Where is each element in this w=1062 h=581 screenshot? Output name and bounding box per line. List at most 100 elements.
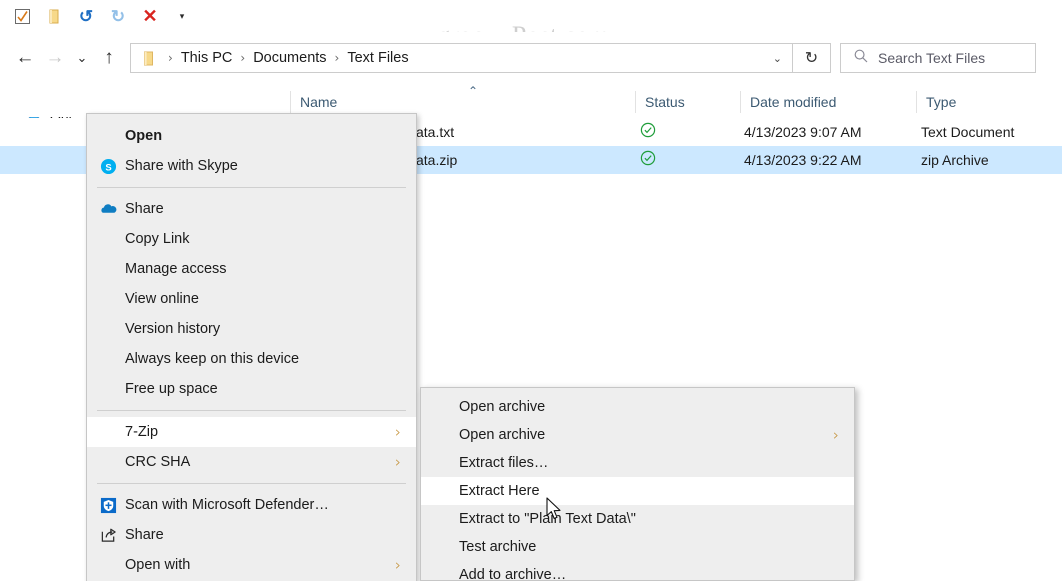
menu-item[interactable]: Share — [87, 194, 416, 224]
cloud-available-check-icon — [640, 150, 656, 171]
menu-item-label: Test archive — [459, 539, 537, 555]
menu-separator — [97, 187, 406, 188]
menu-item[interactable]: Share — [87, 520, 416, 550]
column-header-status[interactable]: Status — [635, 87, 740, 117]
context-menu: Open S Share with Skype Share Copy Link Manag… — [86, 113, 417, 581]
menu-item[interactable]: Test archive — [421, 533, 854, 561]
column-divider[interactable] — [916, 91, 917, 113]
breadcrumb-item-this-pc[interactable]: This PC — [178, 50, 236, 66]
file-type: Text Document — [921, 124, 1015, 140]
column-header-label: Name — [300, 94, 338, 110]
menu-item-label: Open archive — [459, 427, 546, 443]
chevron-right-icon: › — [395, 556, 401, 574]
onedrive-cloud-icon — [97, 198, 119, 220]
menu-item-label: Open — [125, 128, 163, 144]
delete-icon[interactable]: ✕ — [136, 3, 164, 29]
menu-item[interactable]: Extract to "Plain Text Data\" — [421, 505, 854, 533]
file-date-modified: 4/13/2023 9:22 AM — [744, 152, 862, 168]
breadcrumb[interactable]: › This PC › Documents › Text Files ⌄ — [130, 43, 793, 73]
column-divider[interactable] — [740, 91, 741, 113]
chevron-down-icon[interactable]: ⌄ — [773, 52, 782, 65]
forward-button[interactable]: → — [40, 41, 70, 75]
chevron-right-icon: › — [395, 423, 401, 441]
menu-item-label: View online — [125, 291, 199, 307]
quick-access-toolbar: ↺ ↻ ✕ ▾ — [0, 0, 1062, 32]
customize-chevron-icon[interactable]: ▾ — [168, 3, 196, 29]
menu-item-label: Share — [125, 527, 164, 543]
chevron-right-icon: › — [833, 426, 839, 444]
menu-item[interactable]: Open with › — [87, 550, 416, 580]
column-divider[interactable] — [635, 91, 636, 113]
menu-item-label: Extract files… — [459, 455, 549, 471]
menu-item-label: Manage access — [125, 261, 227, 277]
redo-icon[interactable]: ↻ — [104, 3, 132, 29]
sort-ascending-icon: ⌃ — [468, 84, 479, 98]
column-divider[interactable] — [290, 91, 291, 113]
properties-icon[interactable] — [8, 3, 36, 29]
menu-separator — [97, 410, 406, 411]
menu-item-label: Free up space — [125, 381, 218, 397]
menu-separator — [97, 483, 406, 484]
menu-item[interactable]: Always keep on this device — [87, 344, 416, 374]
refresh-icon: ↻ — [804, 50, 819, 67]
menu-item[interactable]: 7-Zip › — [87, 417, 416, 447]
seven-zip-submenu: Open archive Open archive › Extract files… E… — [420, 387, 855, 581]
menu-item[interactable]: Scan with Microsoft Defender… — [87, 490, 416, 520]
menu-item[interactable]: CRC SHA › — [87, 447, 416, 477]
breadcrumb-separator: › — [334, 51, 340, 65]
menu-item-label: Open archive — [459, 399, 546, 415]
up-button[interactable]: ↑ — [94, 41, 124, 75]
menu-item[interactable]: S Share with Skype — [87, 151, 416, 181]
menu-item[interactable]: Add to archive… — [421, 561, 854, 581]
menu-item[interactable]: Extract files… — [421, 449, 854, 477]
skype-icon: S — [97, 155, 119, 177]
file-type: zip Archive — [921, 152, 989, 168]
menu-item-label: Scan with Microsoft Defender… — [125, 497, 329, 513]
refresh-button[interactable]: ↻ — [793, 43, 831, 73]
menu-item-label: Extract Here — [459, 483, 540, 499]
column-header-date[interactable]: Date modified — [740, 87, 915, 117]
menu-item[interactable]: View online — [87, 284, 416, 314]
menu-item[interactable]: Copy Link — [87, 224, 416, 254]
menu-item-label: Extract to "Plain Text Data\" — [459, 511, 636, 527]
menu-item[interactable]: Version history — [87, 314, 416, 344]
menu-item[interactable]: Free up space — [87, 374, 416, 404]
search-placeholder: Search Text Files — [878, 50, 986, 66]
undo-icon[interactable]: ↺ — [72, 3, 100, 29]
column-header-label: Date modified — [750, 94, 837, 110]
address-bar-row: ← → ⌄ ↑ › This PC › Documents › Text Fil… — [0, 32, 1062, 84]
chevron-right-icon: › — [395, 453, 401, 471]
menu-item[interactable]: Extract Here — [421, 477, 854, 505]
file-date-modified: 4/13/2023 9:07 AM — [744, 124, 862, 140]
cloud-available-check-icon — [640, 122, 656, 143]
menu-item[interactable]: Manage access — [87, 254, 416, 284]
breadcrumb-item-text-files[interactable]: Text Files — [344, 50, 411, 66]
new-folder-icon[interactable] — [40, 3, 68, 29]
search-icon — [853, 48, 869, 69]
breadcrumb-separator: › — [168, 51, 173, 65]
search-input[interactable]: Search Text Files — [840, 43, 1036, 73]
breadcrumb-separator: › — [240, 51, 246, 65]
menu-item[interactable]: Open — [87, 121, 416, 151]
menu-item[interactable]: Open archive — [421, 393, 854, 421]
menu-item-label: Version history — [125, 321, 221, 337]
column-header-label: Status — [645, 94, 685, 110]
menu-item-label: CRC SHA — [125, 454, 191, 470]
share-arrow-icon — [97, 524, 119, 546]
file-explorer-window: ↺ ↻ ✕ ▾ groovyPost.com ← → ⌄ ↑ › This — [0, 0, 1062, 581]
column-header-label: Type — [926, 94, 957, 110]
defender-shield-icon — [97, 494, 119, 516]
column-header-type[interactable]: Type — [916, 87, 1062, 117]
back-button[interactable]: ← — [10, 41, 40, 75]
file-name: ata.txt — [416, 124, 455, 140]
menu-item-label: Copy Link — [125, 231, 190, 247]
menu-item-label: Share with Skype — [125, 158, 238, 174]
breadcrumb-item-documents[interactable]: Documents — [250, 50, 329, 66]
recent-locations-button[interactable]: ⌄ — [70, 41, 94, 75]
menu-item[interactable]: Open archive › — [421, 421, 854, 449]
menu-item-label: 7-Zip — [125, 424, 159, 440]
file-name: ata.zip — [416, 152, 458, 168]
menu-item-label: Always keep on this device — [125, 351, 300, 367]
svg-text:S: S — [105, 162, 111, 173]
menu-item-label: Add to archive… — [459, 567, 567, 581]
